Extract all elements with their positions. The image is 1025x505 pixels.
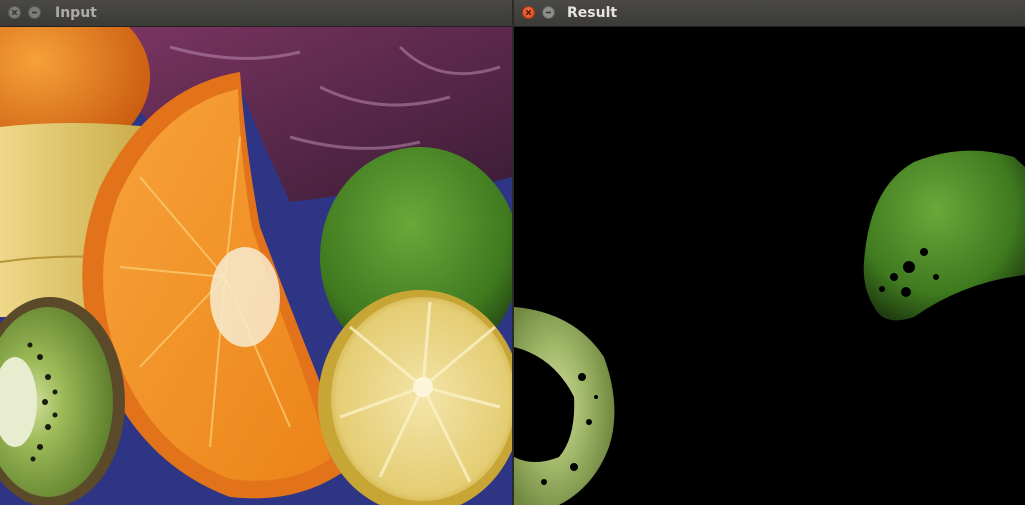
minimize-button[interactable] <box>28 6 41 19</box>
result-window: Result <box>514 0 1025 505</box>
minimize-icon <box>546 11 551 14</box>
input-image <box>0 27 512 505</box>
close-button[interactable] <box>8 6 21 19</box>
close-icon <box>525 9 532 16</box>
result-titlebar[interactable]: Result <box>514 0 1025 27</box>
minimize-icon <box>32 11 37 14</box>
input-window: Input <box>0 0 512 505</box>
close-icon <box>11 9 18 16</box>
result-window-title: Result <box>567 5 618 21</box>
orange-pith <box>210 247 280 347</box>
result-image <box>514 27 1025 505</box>
input-titlebar[interactable]: Input <box>0 0 512 27</box>
minimize-button[interactable] <box>542 6 555 19</box>
input-window-title: Input <box>55 5 97 21</box>
lemon-flesh <box>331 297 512 501</box>
close-button[interactable] <box>522 6 535 19</box>
